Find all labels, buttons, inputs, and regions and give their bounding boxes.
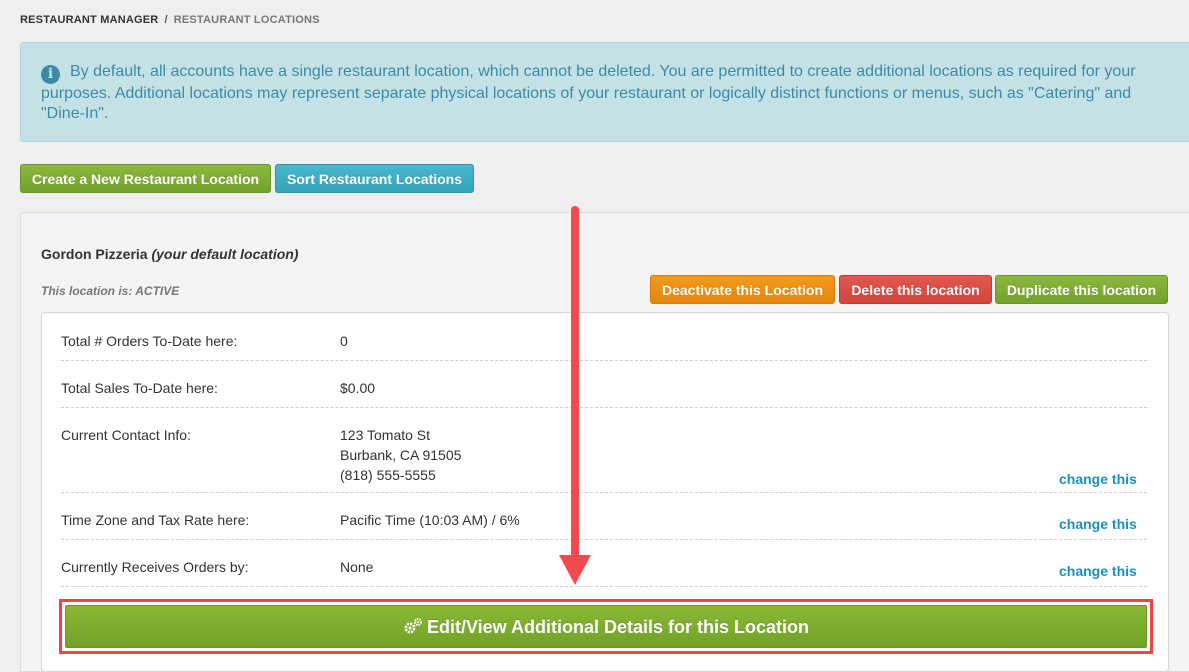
change-timezone-link[interactable]: change this (1059, 516, 1137, 532)
info-alert: i By default, all accounts have a single … (20, 42, 1189, 142)
annotation-arrow-line (571, 206, 579, 562)
sales-value: $0.00 (340, 380, 376, 396)
location-title: Gordon Pizzeria (your default location) (41, 246, 298, 262)
sort-locations-button[interactable]: Sort Restaurant Locations (275, 164, 474, 193)
contact-city: Burbank, CA 91505 (340, 447, 462, 463)
orders-value: 0 (340, 333, 348, 349)
timezone-label: Time Zone and Tax Rate here: (61, 512, 250, 528)
gears-icon (404, 618, 422, 634)
location-name: Gordon Pizzeria (41, 246, 148, 262)
sales-label: Total Sales To-Date here: (61, 380, 218, 396)
receives-orders-label: Currently Receives Orders by: (61, 559, 249, 575)
breadcrumb-root[interactable]: RESTAURANT MANAGER (20, 14, 158, 26)
timezone-value: Pacific Time (10:03 AM) / 6% (340, 512, 520, 528)
contact-phone: (818) 555-5555 (340, 467, 436, 483)
change-contact-link[interactable]: change this (1059, 471, 1137, 487)
duplicate-location-button[interactable]: Duplicate this location (995, 275, 1168, 304)
location-status: This location is: ACTIVE (41, 284, 180, 298)
row-divider (61, 539, 1147, 540)
create-location-button[interactable]: Create a New Restaurant Location (20, 164, 271, 193)
row-divider (61, 586, 1147, 587)
row-divider (61, 360, 1147, 361)
contact-label: Current Contact Info: (61, 427, 191, 443)
breadcrumb-current: RESTAURANT LOCATIONS (173, 14, 320, 26)
receives-orders-value: None (340, 559, 374, 575)
annotation-arrow-head (559, 555, 591, 585)
edit-details-button[interactable]: Edit/View Additional Details for this Lo… (65, 605, 1147, 648)
breadcrumb-separator: / (164, 14, 168, 26)
orders-label: Total # Orders To-Date here: (61, 333, 238, 349)
info-text: By default, all accounts have a single r… (41, 63, 1136, 122)
change-order-method-link[interactable]: change this (1059, 563, 1137, 579)
row-divider (61, 492, 1147, 493)
delete-location-button[interactable]: Delete this location (839, 275, 992, 304)
contact-street: 123 Tomato St (340, 427, 431, 443)
edit-details-label: Edit/View Additional Details for this Lo… (426, 617, 810, 637)
row-divider (61, 407, 1147, 408)
breadcrumb: RESTAURANT MANAGER / RESTAURANT LOCATIONS (20, 14, 320, 26)
default-location-note: (your default location) (151, 246, 299, 262)
deactivate-location-button[interactable]: Deactivate this Location (650, 275, 835, 304)
info-circle-icon: i (41, 65, 60, 84)
